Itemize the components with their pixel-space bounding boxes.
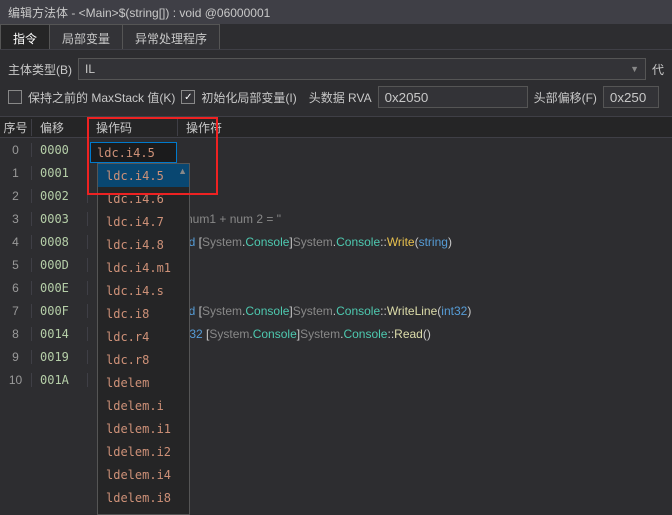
row-offset: 000D bbox=[32, 258, 88, 272]
dropdown-item[interactable]: ldc.i4.7 bbox=[98, 210, 189, 233]
row-index: 5 bbox=[0, 258, 32, 272]
dropdown-item[interactable]: ldelem.i2 bbox=[98, 440, 189, 463]
row-operand: id [System.Console]System.Console::Write… bbox=[178, 235, 672, 249]
row-index: 2 bbox=[0, 189, 32, 203]
form-panel: 主体类型(B) IL ▼ 代 保持之前的 MaxStack 值(K) ✓ 初始化… bbox=[0, 50, 672, 116]
row-index: 6 bbox=[0, 281, 32, 295]
dropdown-item[interactable]: ldelem.i8 bbox=[98, 486, 189, 509]
dropdown-item[interactable]: ldc.r4 bbox=[98, 325, 189, 348]
dropdown-item[interactable]: ldc.i4.8 bbox=[98, 233, 189, 256]
dropdown-item[interactable]: ldelem bbox=[98, 371, 189, 394]
dropdown-item[interactable]: ldc.i4.5 bbox=[98, 164, 189, 187]
row-index: 7 bbox=[0, 304, 32, 318]
row-offset: 0001 bbox=[32, 166, 88, 180]
tab-bar: 指令 局部变量 异常处理程序 bbox=[0, 24, 672, 50]
row-offset: 000E bbox=[32, 281, 88, 295]
header-rva-label: 头数据 RVA bbox=[309, 89, 372, 106]
col-offset-header[interactable]: 偏移 bbox=[32, 119, 88, 136]
row-offset: 0000 bbox=[32, 143, 88, 157]
body-type-combo[interactable]: IL ▼ bbox=[78, 58, 646, 80]
dropdown-item[interactable]: ldc.i8 bbox=[98, 302, 189, 325]
col-operand-header[interactable]: 操作符 bbox=[178, 119, 672, 136]
tab-exception-handlers[interactable]: 异常处理程序 bbox=[122, 24, 220, 49]
body-type-value: IL bbox=[85, 62, 95, 76]
header-offset-field[interactable] bbox=[603, 86, 659, 108]
dropdown-item[interactable]: ldc.i4.6 bbox=[98, 187, 189, 210]
window-title: 编辑方法体 - <Main>$(string[]) : void @060000… bbox=[0, 0, 672, 24]
row-offset: 0002 bbox=[32, 189, 88, 203]
right-clipped-label: 代 bbox=[652, 61, 664, 78]
dropdown-item[interactable]: ldelem.i1 bbox=[98, 417, 189, 440]
col-idx-header[interactable]: 序号 bbox=[0, 119, 32, 136]
header-rva-field[interactable] bbox=[378, 86, 528, 108]
row-offset: 000F bbox=[32, 304, 88, 318]
keep-maxstack-checkbox[interactable] bbox=[8, 90, 22, 104]
opcode-edit-field[interactable] bbox=[90, 142, 177, 163]
row-offset: 0008 bbox=[32, 235, 88, 249]
chevron-down-icon: ▼ bbox=[630, 64, 639, 74]
row-index: 8 bbox=[0, 327, 32, 341]
dropdown-item[interactable]: ldc.i4.s bbox=[98, 279, 189, 302]
dropdown-item[interactable]: ldc.r8 bbox=[98, 348, 189, 371]
dropdown-item[interactable]: ldelem.i4 bbox=[98, 463, 189, 486]
row-index: 3 bbox=[0, 212, 32, 226]
opcode-dropdown[interactable]: ▲ ldc.i4.5ldc.i4.6ldc.i4.7ldc.i4.8ldc.i4… bbox=[97, 163, 190, 515]
row-offset: 001A bbox=[32, 373, 88, 387]
row-index: 10 bbox=[0, 373, 32, 387]
row-offset: 0003 bbox=[32, 212, 88, 226]
keep-maxstack-label: 保持之前的 MaxStack 值(K) bbox=[28, 89, 175, 106]
row-offset: 0014 bbox=[32, 327, 88, 341]
tab-instructions[interactable]: 指令 bbox=[0, 24, 50, 49]
row-index: 9 bbox=[0, 350, 32, 364]
row-index: 1 bbox=[0, 166, 32, 180]
header-offset-label: 头部偏移(F) bbox=[534, 89, 597, 106]
grid-header: 序号 偏移 操作码 操作符 bbox=[0, 116, 672, 138]
dropdown-item[interactable]: ldc.i4.m1 bbox=[98, 256, 189, 279]
row-operand: t32 [System.Console]System.Console::Read… bbox=[178, 327, 672, 341]
row-index: 4 bbox=[0, 235, 32, 249]
window-title-text: 编辑方法体 - <Main>$(string[]) : void @060000… bbox=[8, 4, 270, 21]
dropdown-item[interactable]: ldelem.i bbox=[98, 394, 189, 417]
init-locals-checkbox[interactable]: ✓ bbox=[181, 90, 195, 104]
tab-local-vars[interactable]: 局部变量 bbox=[49, 24, 123, 49]
body-type-label: 主体类型(B) bbox=[8, 61, 72, 78]
init-locals-label: 初始化局部变量(I) bbox=[201, 89, 296, 106]
row-operand: num1 + num 2 = " bbox=[178, 212, 672, 226]
row-operand: id [System.Console]System.Console::Write… bbox=[178, 304, 672, 318]
scroll-up-icon[interactable]: ▲ bbox=[178, 166, 187, 176]
dropdown-item[interactable]: ldelem.r4 bbox=[98, 509, 189, 514]
row-index: 0 bbox=[0, 143, 32, 157]
row-offset: 0019 bbox=[32, 350, 88, 364]
col-opcode-header[interactable]: 操作码 bbox=[88, 119, 178, 136]
